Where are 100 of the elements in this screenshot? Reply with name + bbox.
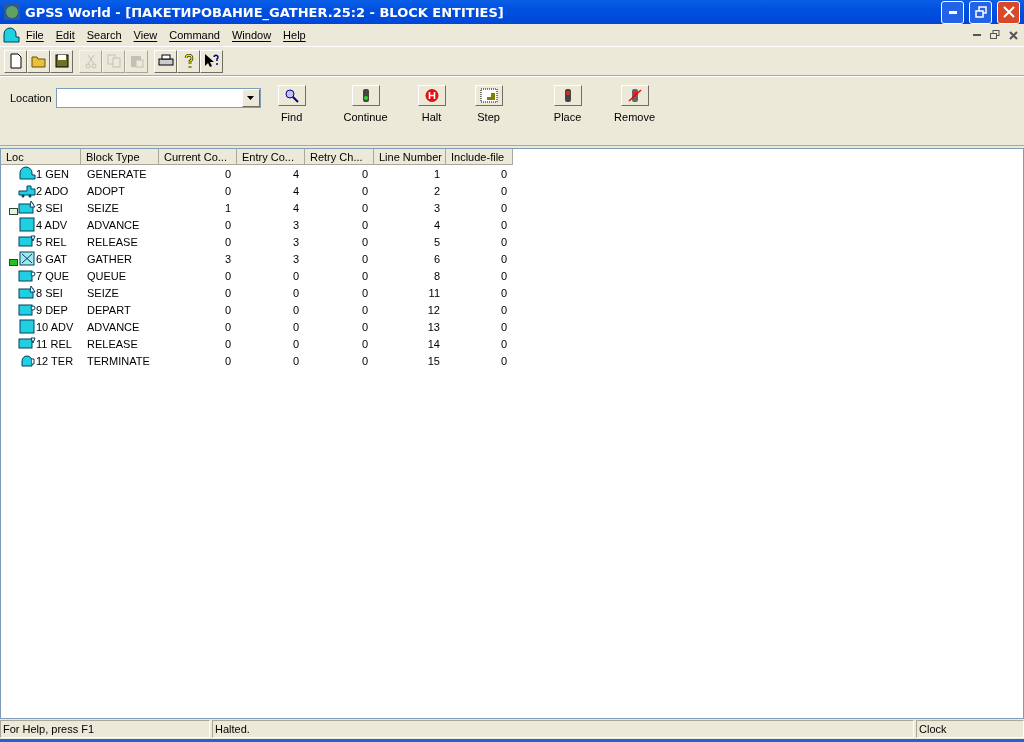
table-cell-text: 3 — [291, 252, 300, 265]
minimize-icon — [948, 10, 957, 14]
table-cell-text: 0 — [499, 252, 508, 265]
table-cell-text: 4 — [291, 167, 300, 180]
menu-item[interactable]: Command — [163, 29, 226, 41]
table-cell: 8 SEI — [36, 286, 63, 299]
seize-block-icon — [18, 200, 36, 215]
close-icon — [1008, 30, 1018, 40]
scissors-icon — [82, 53, 99, 69]
table-cell-text: 0 — [360, 167, 369, 180]
table-cell-text: 0 — [360, 354, 369, 367]
column-header[interactable]: Entry Co... — [237, 149, 305, 165]
menu-item[interactable]: Help — [277, 29, 312, 41]
command-button[interactable]: Place — [536, 85, 599, 123]
menu-item[interactable]: File — [20, 29, 50, 41]
table-cell-text: 0 — [499, 201, 508, 214]
release-block-icon — [18, 336, 36, 351]
table-cell-text: ADVANCE — [86, 320, 141, 333]
traffic-light-icon — [362, 89, 369, 102]
table-cell-text: TERMINATE — [86, 354, 151, 367]
table-cell-text: 0 — [499, 184, 508, 197]
table-cell-text: 0 — [223, 235, 232, 248]
table-cell-text: 0 — [291, 286, 300, 299]
table-cell-text: 0 — [360, 252, 369, 265]
dropdown-button[interactable] — [241, 89, 260, 107]
pointer-question-icon — [203, 53, 220, 69]
table-cell-text: 0 — [291, 320, 300, 333]
command-button[interactable]: Halt — [412, 85, 451, 123]
status-pane: For Help, press F1 — [0, 720, 210, 738]
table-cell-text: DEPART — [86, 303, 132, 316]
table-cell-text: 0 — [291, 354, 300, 367]
table-cell: 1 GEN — [36, 167, 69, 180]
command-button[interactable]: Remove — [608, 85, 661, 123]
table-cell-text: 0 — [360, 218, 369, 231]
table-cell-text: 0 — [223, 303, 232, 316]
restore-icon — [974, 6, 987, 18]
column-header[interactable]: Loc — [1, 149, 81, 165]
table-cell-text: 4 — [291, 184, 300, 197]
table-cell: 7 QUE — [36, 269, 69, 282]
table-cell: 9 DEP — [36, 303, 68, 316]
table-cell-text: 12 — [426, 303, 441, 316]
column-header[interactable]: Current Co... — [159, 149, 237, 165]
table-cell-text: 0 — [360, 286, 369, 299]
release-block-icon — [18, 234, 36, 249]
table-cell-text: 4 — [432, 218, 441, 231]
table-cell: 5 REL — [36, 235, 67, 248]
restore-button[interactable] — [969, 0, 992, 24]
table-cell-text: 0 — [499, 167, 508, 180]
status-pane: Clock — [916, 720, 1024, 738]
globe-app-icon — [4, 4, 20, 20]
command-button[interactable]: Find — [274, 85, 309, 123]
command-button[interactable]: Step — [460, 85, 517, 123]
minimize-button[interactable] — [941, 0, 964, 24]
close-button[interactable] — [997, 0, 1020, 24]
table-cell-text: 0 — [223, 218, 232, 231]
adopt-block-icon — [18, 183, 36, 198]
caret-icon — [247, 96, 255, 100]
tree-node-icon[interactable] — [9, 259, 18, 266]
close-icon — [1002, 6, 1015, 18]
table-cell: 2 ADO — [36, 184, 69, 197]
table-cell-text: QUEUE — [86, 269, 128, 282]
menu-item[interactable]: Edit — [49, 29, 81, 41]
column-header[interactable]: Block Type — [81, 149, 159, 165]
table-cell-text: RELEASE — [86, 235, 139, 248]
table-cell-text: 0 — [499, 286, 508, 299]
advance-block-icon — [18, 217, 36, 232]
menu-item[interactable]: View — [127, 29, 164, 41]
blank-page-icon — [7, 53, 24, 69]
table-cell-text: 0 — [499, 269, 508, 282]
table-cell-text: 0 — [499, 354, 508, 367]
table-cell-text: GATHER — [86, 252, 134, 265]
table-cell-text: 1 — [223, 201, 232, 214]
menu-item[interactable]: Search — [80, 29, 128, 41]
command-button[interactable]: Continue — [328, 85, 403, 123]
halt-sign-icon — [422, 88, 441, 103]
document-block-icon — [2, 27, 20, 43]
stairs-icon — [479, 88, 498, 103]
queue-block-icon — [18, 268, 36, 283]
table-cell: 11 REL — [36, 337, 72, 350]
table-cell-text: 0 — [223, 286, 232, 299]
location-field[interactable] — [55, 88, 261, 108]
table-cell-text: ADOPT — [86, 184, 126, 197]
column-header[interactable]: Retry Ch... — [305, 149, 374, 165]
table-cell-text: 0 — [223, 337, 232, 350]
column-header[interactable]: Line Number — [374, 149, 446, 165]
table-cell: 12 TER — [36, 354, 74, 367]
toolbar-button[interactable] — [154, 49, 177, 73]
terminate-block-icon — [18, 353, 36, 368]
table-cell-text: 13 — [426, 320, 441, 333]
table-cell: 3 SEI — [36, 201, 63, 214]
table-cell-text: SEIZE — [86, 201, 120, 214]
menu-item[interactable]: Window — [225, 29, 278, 41]
window-title: GPSS World - [ПАКЕТИРОВАНИЕ_GATHER.25:2 - BLOCK ENTITIES] — [25, 4, 505, 20]
column-header[interactable]: Include-file — [446, 149, 513, 165]
tree-node-icon[interactable] — [9, 208, 18, 215]
table-cell-text: 3 — [291, 235, 300, 248]
table-cell-text: 4 — [291, 201, 300, 214]
toolbar-button[interactable] — [200, 49, 223, 73]
table-cell-text: 0 — [499, 303, 508, 316]
toolbar-button[interactable] — [50, 49, 73, 73]
